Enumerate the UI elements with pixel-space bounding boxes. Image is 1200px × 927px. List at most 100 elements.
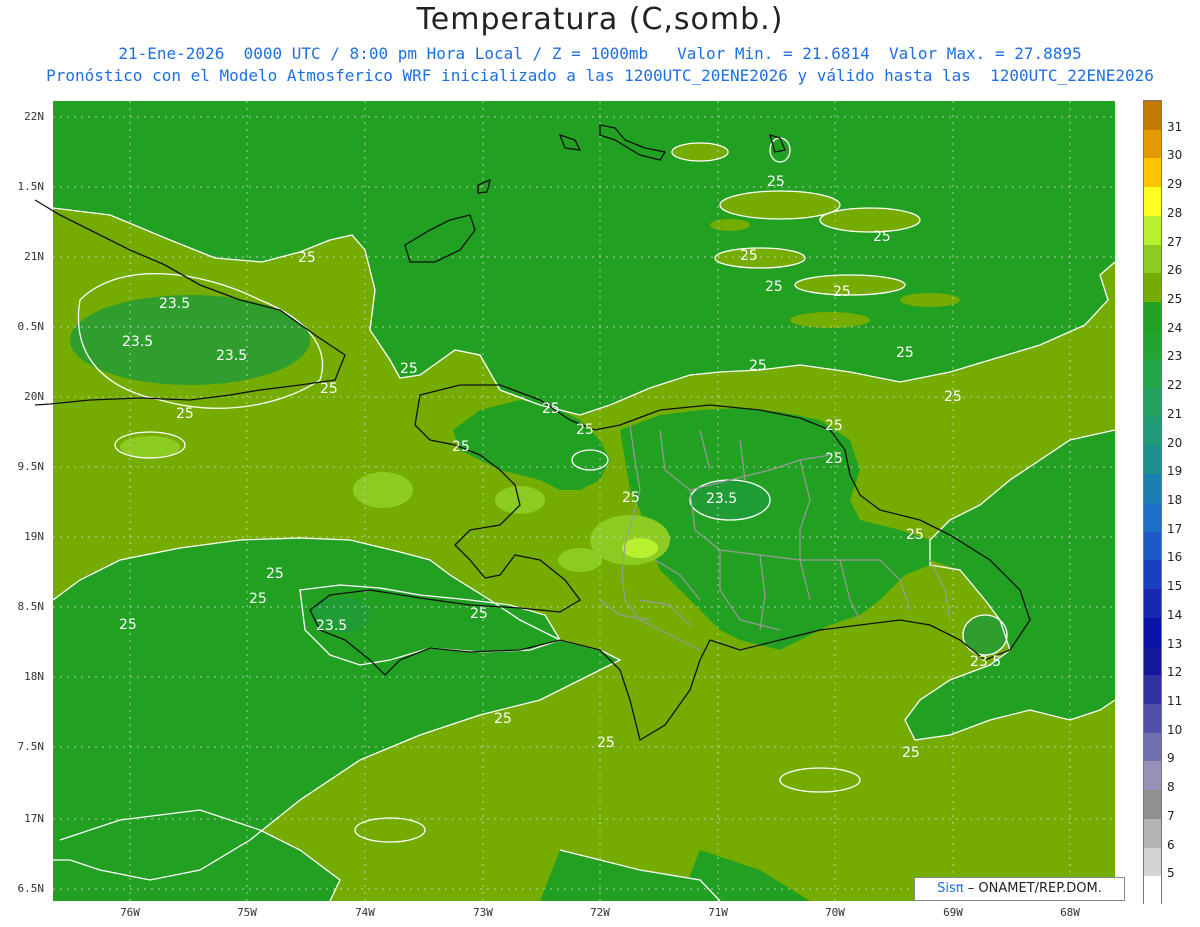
colorbar-label: 9 — [1167, 751, 1175, 766]
colorbar-swatch — [1144, 158, 1161, 188]
lon-label: 75W — [237, 906, 257, 919]
contour-label: 25 — [576, 422, 594, 438]
contour-label: 25 — [266, 566, 284, 582]
lat-label: 21N — [24, 250, 44, 263]
lat-label: 0.5N — [17, 320, 45, 333]
colorbar-label: 17 — [1167, 521, 1183, 536]
colorbar-swatch — [1144, 244, 1161, 274]
contour-label: 25 — [767, 174, 785, 190]
contour-label: 23.5 — [122, 334, 153, 350]
colorbar-swatch — [1144, 560, 1161, 590]
lat-label: 9.5N — [17, 460, 45, 473]
lat-label: 22N — [24, 110, 44, 123]
lon-label: 71W — [708, 906, 728, 919]
contour-label: 25 — [452, 439, 470, 455]
colorbar-swatch — [1144, 761, 1161, 791]
lat-label: 17N — [24, 812, 44, 825]
colorbar-swatch — [1144, 818, 1161, 849]
colorbar-swatch — [1144, 187, 1161, 217]
colorbar-swatch — [1144, 101, 1161, 131]
credit-text: – ONAMET/REP.DOM. — [967, 881, 1102, 896]
contour-label: 25 — [906, 527, 924, 543]
colorbar-label: 5 — [1167, 866, 1175, 881]
lat-label: 20N — [24, 390, 44, 403]
contour-label: 25 — [944, 389, 962, 405]
lon-label: 69W — [943, 906, 963, 919]
contour-label: 23.5 — [159, 296, 190, 312]
colorbar-label: 28 — [1167, 205, 1183, 220]
contour-label: 25 — [320, 381, 338, 397]
colorbar-swatch — [1144, 704, 1161, 734]
colorbar-swatch — [1144, 359, 1161, 389]
lon-label: 73W — [473, 906, 493, 919]
lat-label: 19N — [24, 530, 44, 543]
colorbar-swatch — [1144, 876, 1161, 906]
colorbar-label: 7 — [1167, 808, 1175, 823]
colorbar-label: 14 — [1167, 607, 1183, 622]
colorbar-swatch — [1144, 617, 1161, 648]
contour-label: 25 — [622, 490, 640, 506]
colorbar-label: 29 — [1167, 177, 1183, 192]
contour-label: 25 — [896, 345, 914, 361]
colorbar-label: 16 — [1167, 550, 1183, 565]
colorbar-label: 19 — [1167, 464, 1183, 479]
colorbar-swatch — [1144, 215, 1161, 246]
contour-label: 25 — [825, 451, 843, 467]
contour-label: 25 — [833, 284, 851, 300]
lon-label: 72W — [590, 906, 610, 919]
contour-label: 25 — [740, 248, 758, 264]
contour-label: 25 — [470, 606, 488, 622]
lon-label: 70W — [825, 906, 845, 919]
colorbar-swatch — [1144, 302, 1161, 332]
contour-label: 23.5 — [316, 618, 347, 634]
contour-label: 23.5 — [706, 491, 737, 507]
colorbar-swatch — [1144, 445, 1161, 475]
contour-label: 25 — [749, 358, 767, 374]
lat-label: 8.5N — [17, 600, 45, 613]
lon-label: 76W — [120, 906, 140, 919]
contour-label: 25 — [597, 735, 615, 751]
colorbar-swatch — [1144, 790, 1161, 820]
lat-label: 7.5N — [17, 740, 45, 753]
contour-label: 25 — [825, 418, 843, 434]
lat-label: 18N — [24, 670, 44, 683]
colorbar-label: 8 — [1167, 780, 1175, 795]
colorbar-label: 24 — [1167, 320, 1183, 335]
colorbar-label: 22 — [1167, 378, 1183, 393]
contour-label: 25 — [298, 250, 316, 266]
sispi-logo: Sisπ — [937, 881, 964, 896]
colorbar-swatch — [1144, 675, 1161, 705]
colorbar-swatch — [1144, 474, 1161, 504]
credit-box: Sisπ – ONAMET/REP.DOM. — [914, 877, 1125, 901]
colorbar-swatch — [1144, 129, 1161, 159]
colorbar-label: 15 — [1167, 579, 1183, 594]
colorbar-label: 27 — [1167, 234, 1183, 249]
colorbar-label: 21 — [1167, 406, 1183, 421]
contour-label: 25 — [249, 591, 267, 607]
colorbar — [1143, 100, 1162, 906]
contour-label: 25 — [400, 361, 418, 377]
colorbar-swatch — [1144, 646, 1161, 676]
contour-label: 25 — [902, 745, 920, 761]
temperature-map: 25 25 25 25 25 25 25 25 25 25 25 25 25 2… — [34, 101, 1116, 902]
contour-label: 25 — [494, 711, 512, 727]
colorbar-label: 10 — [1167, 722, 1183, 737]
colorbar-label: 31 — [1167, 119, 1183, 134]
colorbar-swatch — [1144, 589, 1161, 619]
colorbar-label: 11 — [1167, 694, 1183, 708]
colorbar-label: 12 — [1167, 665, 1183, 680]
colorbar-label: 25 — [1167, 292, 1183, 306]
lat-label: 1.5N — [17, 180, 45, 193]
colorbar-label: 30 — [1167, 148, 1183, 163]
contour-label: 23.5 — [216, 348, 247, 364]
contour-label: 25 — [176, 406, 194, 422]
colorbar-swatch — [1144, 503, 1161, 533]
colorbar-label: 23 — [1167, 349, 1183, 364]
colorbar-swatch — [1144, 330, 1161, 360]
contour-label: 25 — [119, 617, 137, 633]
contour-label: 25 — [542, 401, 560, 417]
colorbar-swatch — [1144, 416, 1161, 447]
colorbar-swatch — [1144, 531, 1161, 561]
temperature-27-band-areas — [622, 538, 658, 558]
colorbar-label: 18 — [1167, 493, 1183, 507]
